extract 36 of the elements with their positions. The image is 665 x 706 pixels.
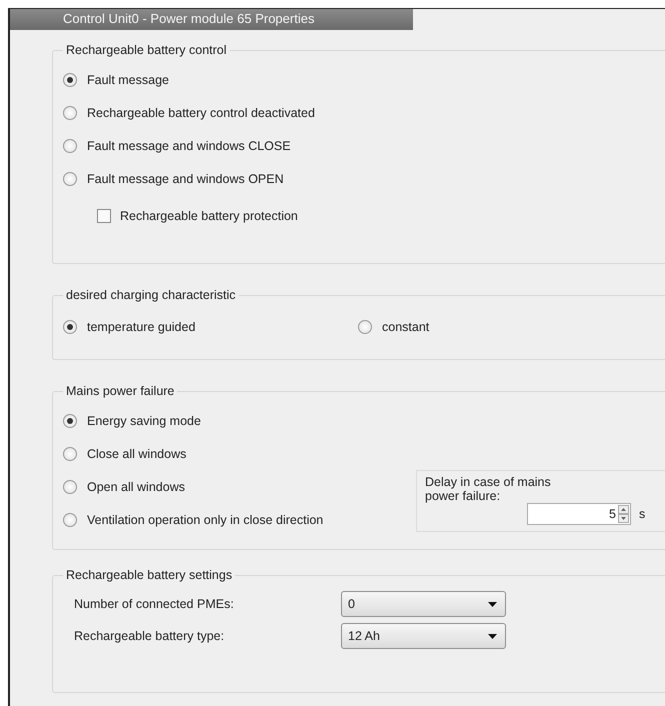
delay-spinbox[interactable]: 5 xyxy=(527,503,631,525)
radio-button[interactable] xyxy=(63,172,77,186)
caret-icon xyxy=(488,634,497,638)
radio-option[interactable]: temperature guided xyxy=(63,310,196,343)
radio-button[interactable] xyxy=(63,138,77,152)
group-title: Rechargeable battery control xyxy=(65,43,228,57)
radio-option[interactable]: Fault message xyxy=(63,63,169,96)
field-label: Number of connected PMEs: xyxy=(74,597,235,611)
radio-option[interactable]: Close all windows xyxy=(63,437,186,470)
radio-button[interactable] xyxy=(358,320,372,334)
delay-label: Delay in case of mains power failure: xyxy=(425,475,552,503)
caret-icon xyxy=(488,602,497,606)
dropdown[interactable]: 0 xyxy=(341,591,506,617)
group-title: desired charging characteristic xyxy=(65,288,237,302)
group-title: Mains power failure xyxy=(65,384,176,398)
radio-option[interactable]: Open all windows xyxy=(63,470,185,503)
radio-option[interactable]: Ventilation operation only in close direction xyxy=(63,503,324,536)
radio-button[interactable] xyxy=(63,512,77,526)
dropdown[interactable]: 12 Ah xyxy=(341,623,506,649)
group-title: Rechargeable battery settings xyxy=(65,568,234,582)
radio-button[interactable] xyxy=(63,320,77,334)
radio-button[interactable] xyxy=(63,106,77,120)
window-title: Control Unit0 - Power module 65 Properties xyxy=(10,9,413,30)
unit-label: s xyxy=(639,507,646,521)
radio-option[interactable]: constant xyxy=(358,310,430,343)
checkbox-option[interactable]: Rechargeable battery protection xyxy=(97,209,298,223)
radio-option[interactable]: Energy saving mode xyxy=(63,404,201,437)
field-label: Rechargeable battery type: xyxy=(74,629,226,643)
radio-button[interactable] xyxy=(63,72,77,86)
radio-button[interactable] xyxy=(63,446,77,460)
spin-arrows-icon[interactable] xyxy=(618,505,629,523)
radio-option[interactable]: Rechargeable battery control deactivated xyxy=(63,96,315,129)
radio-option[interactable]: Fault message and windows CLOSE xyxy=(63,129,291,162)
radio-option[interactable]: Fault message and windows OPEN xyxy=(63,162,284,195)
radio-button[interactable] xyxy=(63,414,77,428)
radio-button[interactable] xyxy=(63,480,77,494)
